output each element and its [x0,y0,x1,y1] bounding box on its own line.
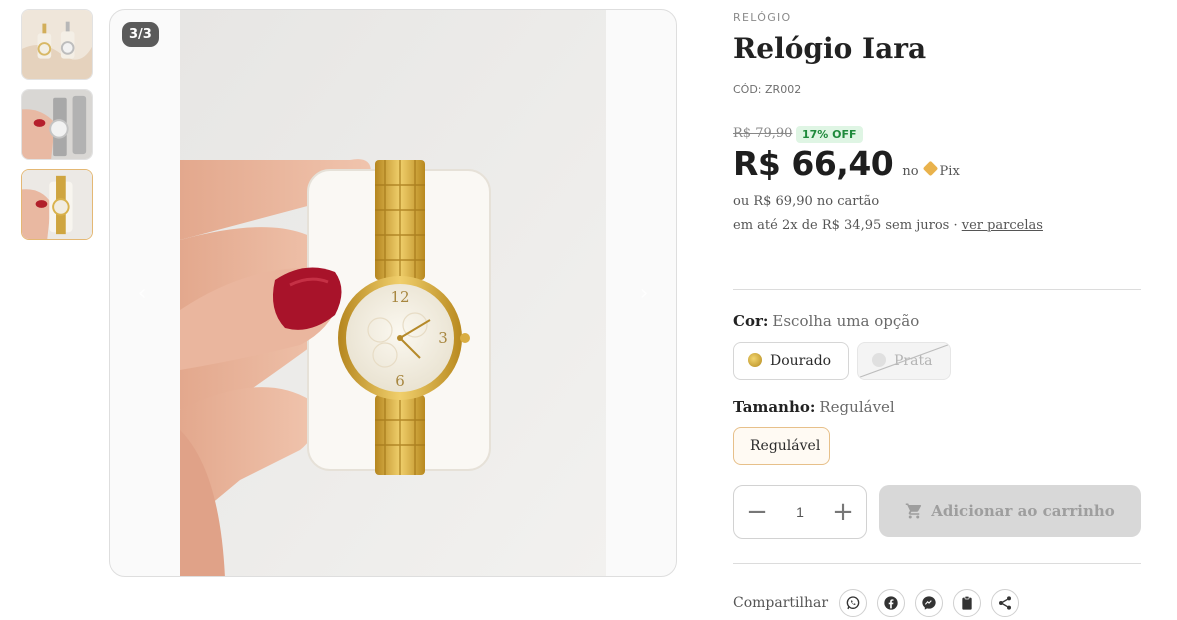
pix-prefix: no [902,164,919,179]
product-title: Relógio Iara [733,32,927,65]
size-option-label-text: Regulável [750,438,821,454]
clipboard-icon [962,596,972,610]
decrease-quantity-button[interactable]: − [735,486,779,538]
share-facebook-button[interactable] [877,589,906,617]
divider [733,563,1141,564]
installments-text: em até 2x de R$ 34,95 sem juros · [733,218,962,233]
share-copy-link-button[interactable] [953,589,982,617]
next-image-arrow[interactable]: › [630,280,658,308]
old-price: R$ 79,90 [733,126,793,141]
size-option-regulavel[interactable]: Regulável [733,427,830,465]
quantity-stepper: − + [733,485,867,539]
divider [733,289,1141,290]
unavailable-swatch-icon [872,353,886,367]
facebook-icon [884,596,898,610]
cart-icon [905,503,922,519]
size-label: Tamanho: [733,398,816,416]
share-label: Compartilhar [733,595,829,611]
quantity-input[interactable] [778,486,822,538]
color-option-prata[interactable]: Prata [857,342,951,380]
messenger-icon [922,596,936,610]
color-option-label-text: Prata [894,353,933,369]
size-value: Regulável [819,398,895,416]
installments: em até 2x de R$ 34,95 sem juros · ver pa… [733,218,1043,233]
card-price: ou R$ 69,90 no cartão [733,194,880,209]
add-to-cart-label: Adicionar ao carrinho [931,502,1115,520]
thumbnail-3[interactable] [21,169,93,240]
share-icon [999,596,1012,610]
thumbnail-image [22,10,92,79]
size-option-label: Tamanho: Regulável [733,398,895,416]
svg-text:3: 3 [438,329,448,347]
discount-badge: 17% OFF [796,126,863,143]
current-price: R$ 66,40 [733,144,894,183]
thumbnail-image [22,90,92,159]
product-photo: 12 3 6 [180,10,606,576]
add-to-cart-button[interactable]: Adicionar ao carrinho [879,485,1141,537]
svg-text:6: 6 [395,372,405,390]
product-gallery: 3/3 12 3 6 ‹ › [109,9,677,577]
pix-icon [922,160,938,177]
thumbnail-1[interactable] [21,9,93,80]
pix-label: Pix [939,164,960,179]
previous-image-arrow[interactable]: ‹ [128,280,156,308]
product-category: RELÓGIO [733,11,792,24]
color-option-dourado[interactable]: Dourado [733,342,849,380]
color-hint: Escolha uma opção [772,312,920,330]
share-whatsapp-button[interactable] [839,589,868,617]
share-row: Compartilhar [733,588,1029,618]
whatsapp-icon [846,596,860,610]
share-messenger-button[interactable] [915,589,944,617]
thumbnail-2[interactable] [21,89,93,160]
installments-link[interactable]: ver parcelas [962,218,1043,233]
gold-swatch-icon [748,353,762,367]
color-option-label: Cor: Escolha uma opção [733,312,919,330]
thumbnail-image [22,170,92,239]
increase-quantity-button[interactable]: + [821,486,865,538]
share-more-button[interactable] [991,589,1020,617]
color-option-label-text: Dourado [770,353,832,369]
price-row: R$ 66,40 no Pix [733,144,960,183]
svg-text:12: 12 [390,288,409,306]
thumbnail-list [21,9,93,249]
image-counter: 3/3 [122,22,159,47]
color-label: Cor: [733,312,769,330]
product-code: CÓD: ZR002 [733,83,802,96]
